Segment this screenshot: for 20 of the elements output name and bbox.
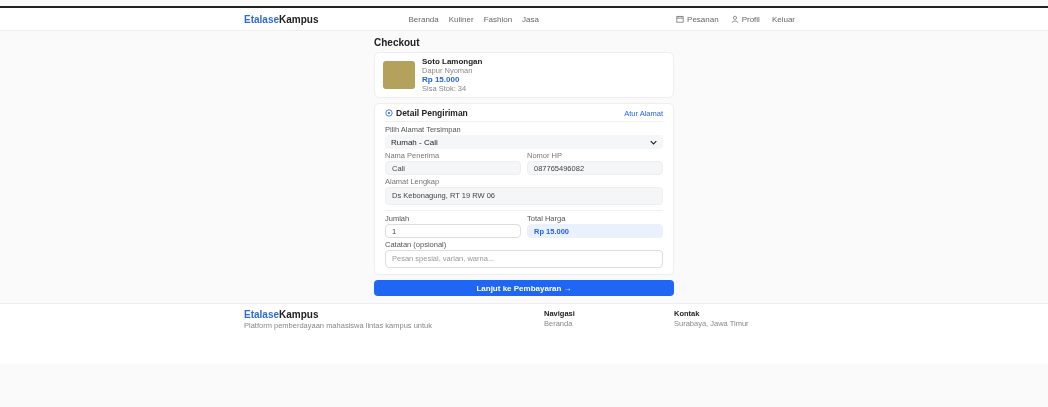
user-icon	[730, 15, 739, 23]
header-link[interactable]: Profil	[741, 14, 760, 24]
page-title: Checkout	[374, 37, 421, 48]
calendar-icon	[676, 15, 685, 23]
logo[interactable]: EtalaseKampus	[244, 13, 319, 25]
location-icon	[385, 109, 393, 117]
product-name: Soto Lamongan	[422, 57, 483, 66]
nav-link[interactable]: Kuliner	[448, 14, 474, 24]
header-link[interactable]: Keluar	[771, 14, 795, 24]
product-price: Rp 15.000	[422, 75, 461, 84]
header-link[interactable]: Pesanan	[687, 14, 719, 24]
footer-logo: EtalaseKampus	[244, 309, 320, 320]
nav-link[interactable]: Beranda	[408, 14, 439, 24]
checkout-button[interactable]: Lanjut ke Pembayaran →	[374, 280, 674, 296]
nav-link[interactable]: Fashion	[483, 14, 513, 24]
address-dropdown[interactable]: Rumah - Cali	[385, 135, 663, 149]
chevron-down-icon	[650, 139, 657, 145]
photo-placeholder	[383, 61, 415, 89]
nav-link[interactable]: Jasa	[522, 14, 539, 24]
section-title: Detail Pengiriman	[396, 108, 468, 118]
